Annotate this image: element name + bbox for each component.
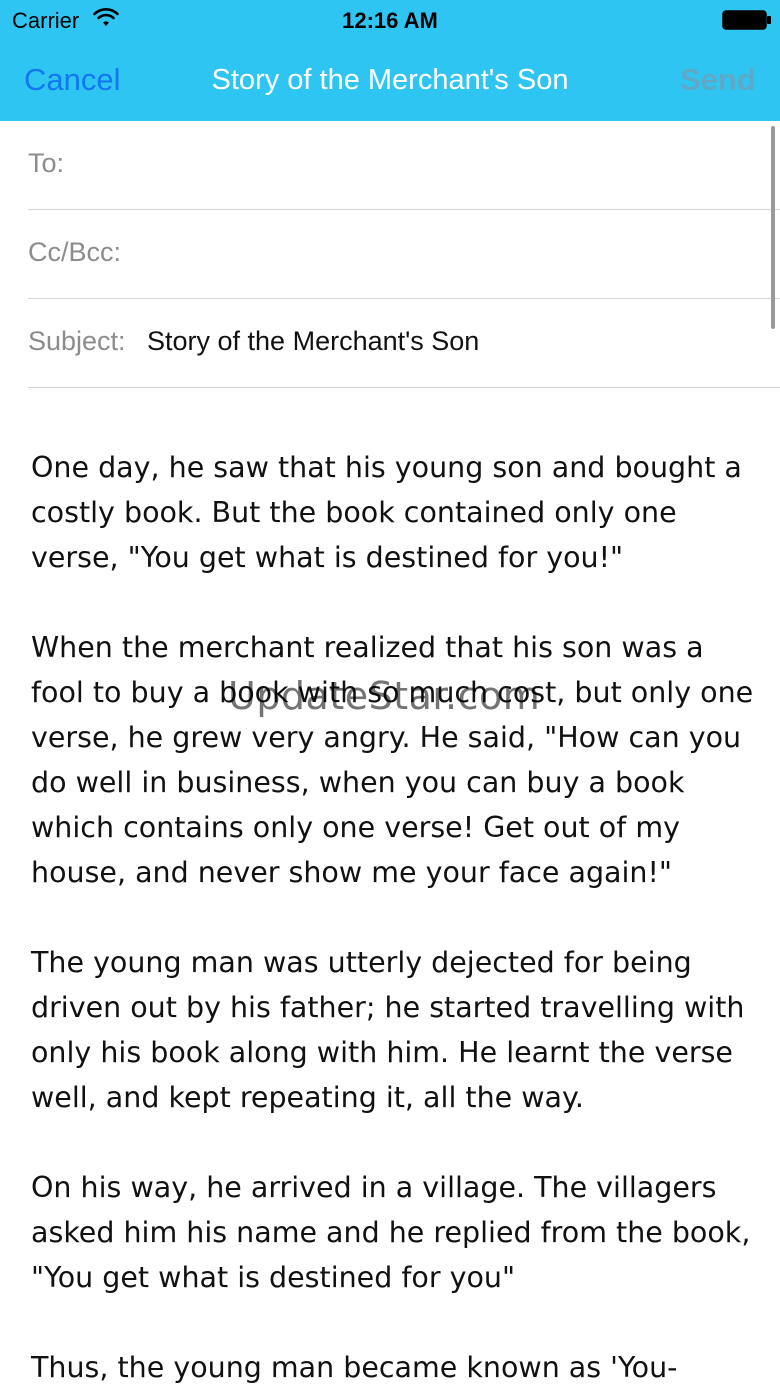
body-paragraph: One day, he saw that his young son and b…: [31, 451, 742, 574]
message-body[interactable]: One day, he saw that his young son and b…: [31, 445, 761, 1387]
cc-bcc-field-row[interactable]: Cc/Bcc:: [28, 210, 780, 299]
navigation-bar: Cancel Story of the Merchant's Son Send: [0, 40, 780, 121]
to-label: To:: [28, 148, 65, 178]
compose-title: Story of the Merchant's Son: [211, 64, 569, 96]
body-paragraph: The young man was utterly dejected for b…: [31, 946, 745, 1114]
watermark: UpdateStar.com: [228, 674, 541, 718]
subject-label: Subject:: [28, 326, 126, 356]
cc-bcc-label: Cc/Bcc:: [28, 237, 122, 267]
status-time: 12:16 AM: [342, 8, 438, 33]
to-field-row[interactable]: To:: [28, 121, 780, 210]
subject-input[interactable]: Story of the Merchant's Son: [147, 326, 479, 357]
subject-field-row[interactable]: Subject: Story of the Merchant's Son: [28, 299, 780, 388]
body-paragraph: On his way, he arrived in a village. The…: [31, 1171, 751, 1294]
header-bar: Carrier 12:16 AM Cancel Story of the Mer…: [0, 0, 780, 121]
scroll-indicator[interactable]: [771, 126, 775, 329]
body-paragraph: Thus, the young man became known as 'You…: [31, 1351, 678, 1384]
mail-compose-screen: Carrier 12:16 AM Cancel Story of the Mer…: [0, 0, 780, 1387]
send-button[interactable]: Send: [680, 62, 756, 98]
status-bar: Carrier 12:16 AM: [0, 0, 780, 40]
body-paragraph: When the merchant realized that his son …: [31, 631, 754, 889]
battery-icon: [722, 10, 771, 30]
to-input[interactable]: [138, 139, 742, 187]
cc-bcc-input[interactable]: [143, 228, 747, 276]
